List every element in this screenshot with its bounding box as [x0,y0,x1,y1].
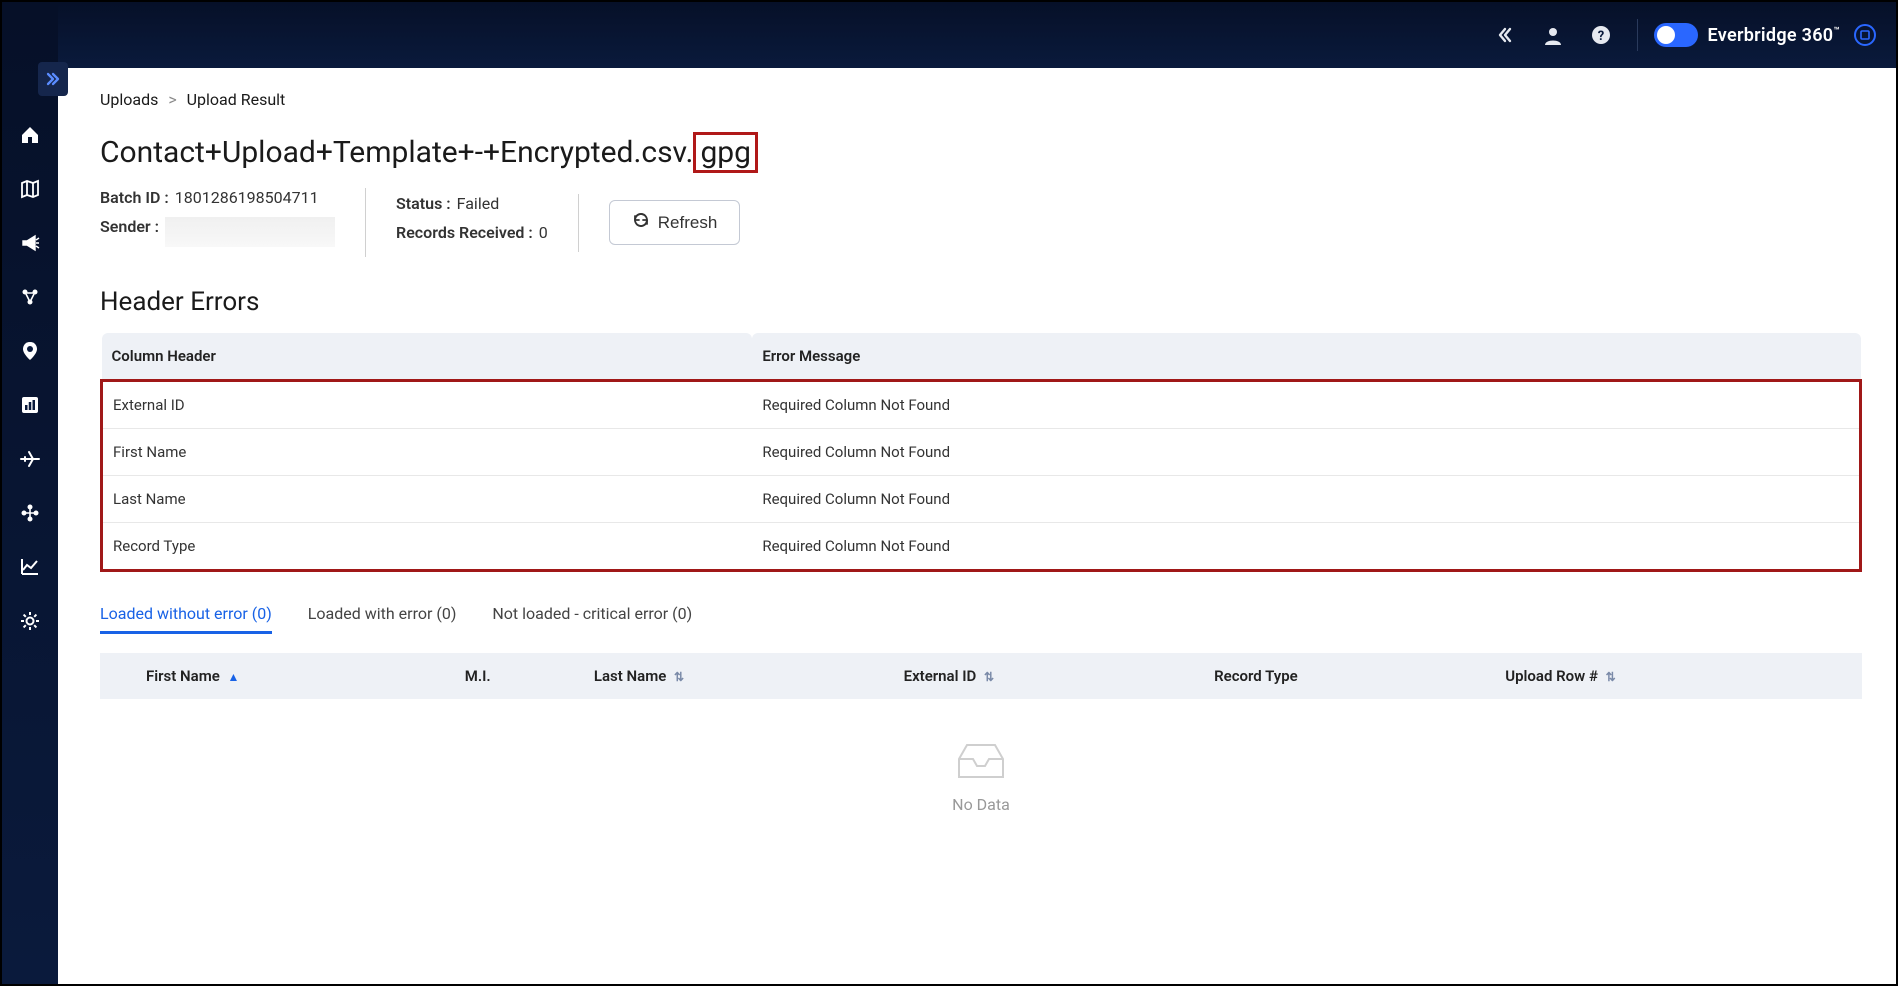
breadcrumb-current: Upload Result [187,90,286,109]
status-label: Status : [396,194,451,213]
refresh-label: Refresh [658,213,718,233]
refresh-button[interactable]: Refresh [609,200,741,245]
cell-header: External ID [102,381,753,429]
cell-header: First Name [102,429,753,476]
col-column-header: Column Header [102,333,753,381]
sender-label: Sender : [100,217,159,247]
table-row: Last Name Required Column Not Found [102,476,1861,523]
megaphone-icon[interactable] [13,226,47,260]
col-first-name-label: First Name [146,667,220,685]
location-pin-icon[interactable] [13,334,47,368]
collapse-icon[interactable] [1485,15,1525,55]
col-last-name-label: Last Name [594,667,666,685]
sender-value-redacted [165,217,335,247]
cell-message: Required Column Not Found [752,429,1860,476]
mode-toggle[interactable] [1654,23,1698,47]
chart-bar-icon[interactable] [13,388,47,422]
header-errors-table: Column Header Error Message External ID … [100,333,1862,572]
info-block-batch: Batch ID : 1801286198504711 Sender : [100,188,366,257]
table-row: External ID Required Column Not Found [102,381,1861,429]
cell-header: Record Type [102,523,753,571]
breadcrumb-sep: > [168,90,176,109]
col-error-message: Error Message [752,333,1860,381]
breadcrumb: Uploads > Upload Result [100,90,1862,109]
info-block-refresh: Refresh [609,200,771,245]
col-upload-row[interactable]: Upload Row # ⇅ [1495,653,1862,699]
sidebar-expand-button[interactable] [38,62,68,96]
col-upload-row-label: Upload Row # [1505,667,1598,685]
batch-id-value: 1801286198504711 [175,188,319,207]
col-record-type[interactable]: Record Type [1204,653,1495,699]
col-spacer [100,653,136,699]
refresh-icon [632,211,650,234]
cell-header: Last Name [102,476,753,523]
help-icon[interactable]: ? [1581,15,1621,55]
col-first-name[interactable]: First Name ▲ [136,653,455,699]
result-data-table: First Name ▲ M.I. Last Name ⇅ External I… [100,653,1862,699]
tab-loaded-without-error[interactable]: Loaded without error (0) [100,596,272,634]
status-value: Failed [457,194,500,213]
workflow-icon[interactable] [13,280,47,314]
batch-id-label: Batch ID : [100,188,169,207]
header-divider [1637,19,1638,51]
col-external-id[interactable]: External ID ⇅ [894,653,1205,699]
brand-toggle-area: Everbridge 360™ [1654,23,1876,47]
info-row: Batch ID : 1801286198504711 Sender : Sta… [100,188,1862,257]
col-mi[interactable]: M.I. [455,653,584,699]
trademark: ™ [1833,26,1840,37]
main-content: Uploads > Upload Result Contact+Upload+T… [68,68,1894,982]
tab-not-loaded-critical[interactable]: Not loaded - critical error (0) [492,596,692,634]
gear-icon[interactable] [13,604,47,638]
brand-badge-icon[interactable] [1854,24,1876,46]
page-title: Contact+Upload+Template+-+Encrypted.csv.… [100,135,1862,170]
trend-icon[interactable] [13,550,47,584]
sort-icon: ⇅ [984,670,994,684]
tab-loaded-with-error[interactable]: Loaded with error (0) [308,596,457,634]
result-tabs: Loaded without error (0) Loaded with err… [100,596,1862,635]
info-block-status: Status : Failed Records Received : 0 [396,194,579,252]
inbox-empty-icon [951,739,1011,783]
no-data-area: No Data [100,699,1862,834]
page-title-highlight: gpg [693,132,758,173]
top-header: ? Everbridge 360™ [2,2,1896,68]
user-icon[interactable] [1533,15,1573,55]
header-right: ? Everbridge 360™ [1485,15,1876,55]
breadcrumb-root[interactable]: Uploads [100,90,158,109]
table-row: Record Type Required Column Not Found [102,523,1861,571]
header-errors-title: Header Errors [100,287,1862,317]
svg-text:?: ? [1597,29,1603,44]
col-last-name[interactable]: Last Name ⇅ [584,653,894,699]
network-icon[interactable] [13,496,47,530]
records-received-value: 0 [539,223,548,242]
brand-text: Everbridge 360™ [1708,25,1840,46]
page-title-base: Contact+Upload+Template+-+Encrypted.csv. [100,135,693,170]
cell-message: Required Column Not Found [752,476,1860,523]
map-icon[interactable] [13,172,47,206]
no-data-text: No Data [100,795,1862,814]
col-external-id-label: External ID [904,667,977,685]
errors-highlight-box: External ID Required Column Not Found Fi… [102,381,1861,571]
records-received-label: Records Received : [396,223,533,242]
home-icon[interactable] [13,118,47,152]
cell-message: Required Column Not Found [752,523,1860,571]
sort-icon: ⇅ [674,670,684,684]
sort-icon: ▲ [228,670,240,684]
plane-icon[interactable] [13,442,47,476]
cell-message: Required Column Not Found [752,381,1860,429]
table-row: First Name Required Column Not Found [102,429,1861,476]
sort-icon: ⇅ [1606,670,1616,684]
left-sidebar [2,2,58,984]
